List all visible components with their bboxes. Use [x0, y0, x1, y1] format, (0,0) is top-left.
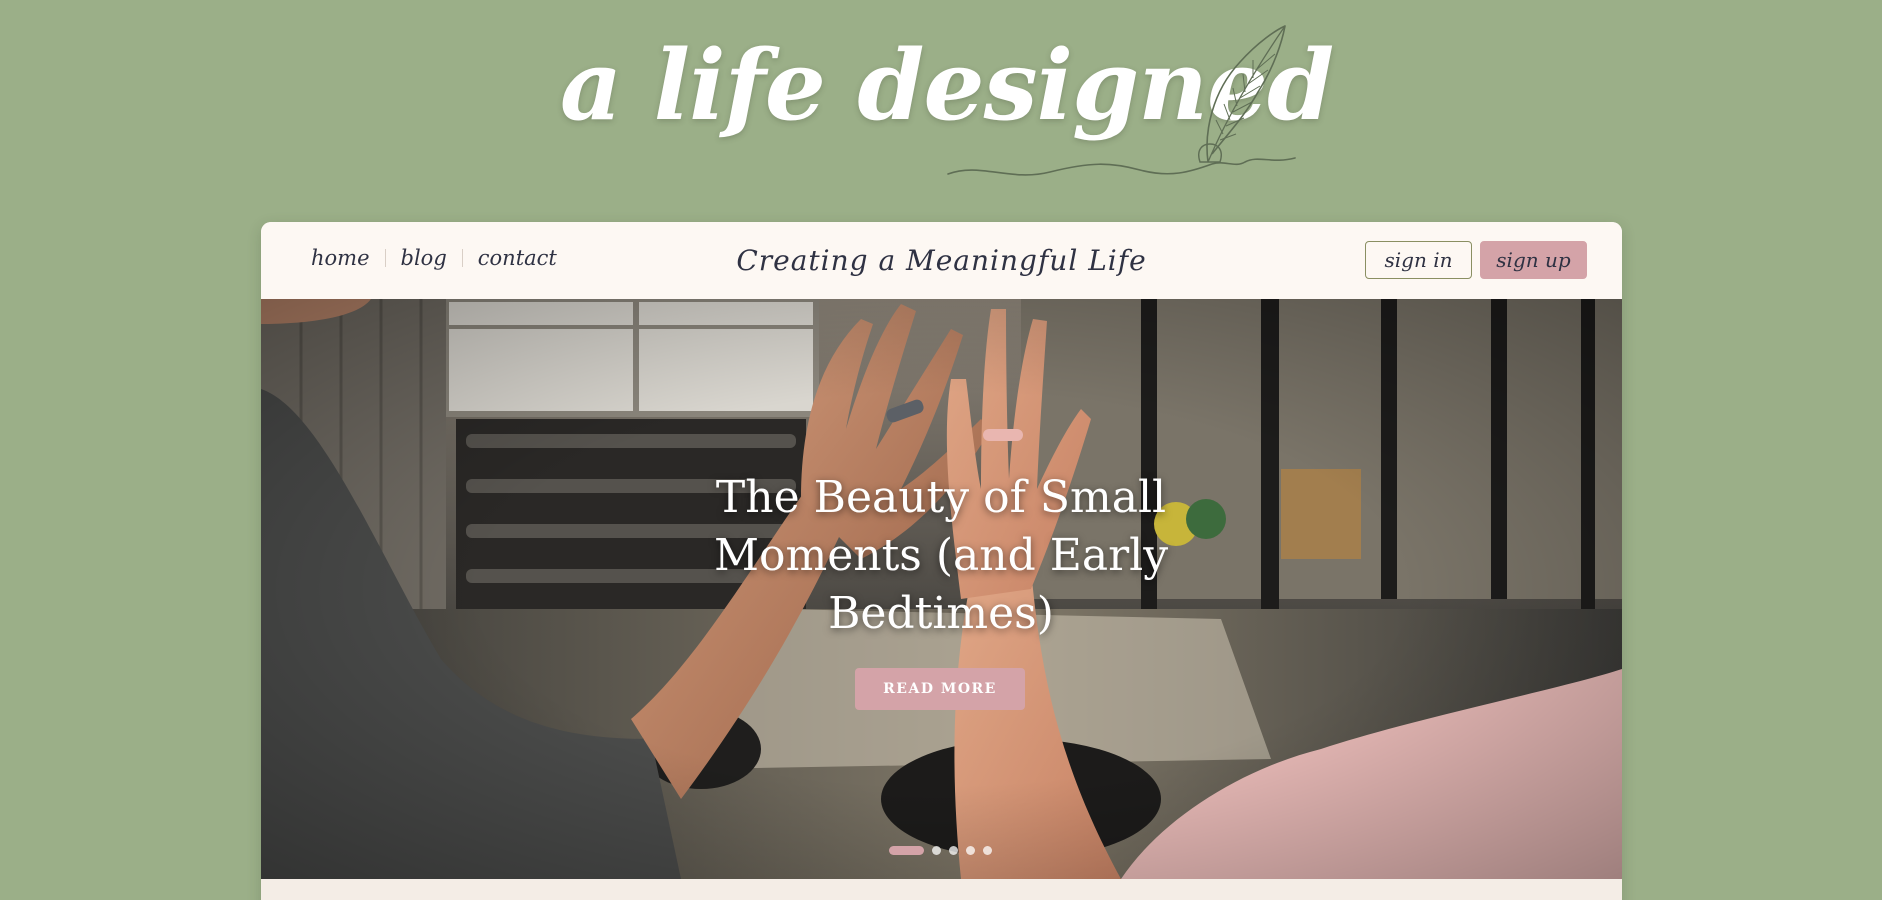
slider-dot[interactable]	[949, 846, 958, 855]
slider-dot[interactable]	[966, 846, 975, 855]
slider-dot-active[interactable]	[889, 846, 924, 855]
nav-link-home[interactable]: home	[309, 246, 372, 270]
nav-links: home blog contact	[309, 246, 559, 270]
sign-in-button[interactable]: sign in	[1365, 241, 1472, 279]
read-more-button[interactable]: READ MORE	[855, 668, 1025, 710]
slider-dot[interactable]	[983, 846, 992, 855]
hero-slider: The Beauty of Small Moments (and Early B…	[261, 299, 1622, 879]
nav-link-contact[interactable]: contact	[476, 246, 559, 270]
nav-link-blog[interactable]: blog	[399, 246, 449, 270]
slider-dot[interactable]	[932, 846, 941, 855]
hero-title: The Beauty of Small Moments (and Early B…	[713, 472, 1169, 639]
page: a life designed home blog contact Creati…	[0, 0, 1882, 900]
nav-divider	[461, 249, 463, 267]
nav-divider	[384, 249, 386, 267]
content-area-top	[261, 879, 1622, 900]
slider-dots	[889, 846, 992, 855]
sign-up-button[interactable]: sign up	[1480, 241, 1587, 279]
quill-pen-icon	[947, 25, 1296, 176]
main-card: home blog contact Creating a Meaningful …	[261, 222, 1622, 900]
site-logo[interactable]: a life designed	[560, 22, 1334, 212]
top-navbar: home blog contact Creating a Meaningful …	[261, 222, 1622, 299]
